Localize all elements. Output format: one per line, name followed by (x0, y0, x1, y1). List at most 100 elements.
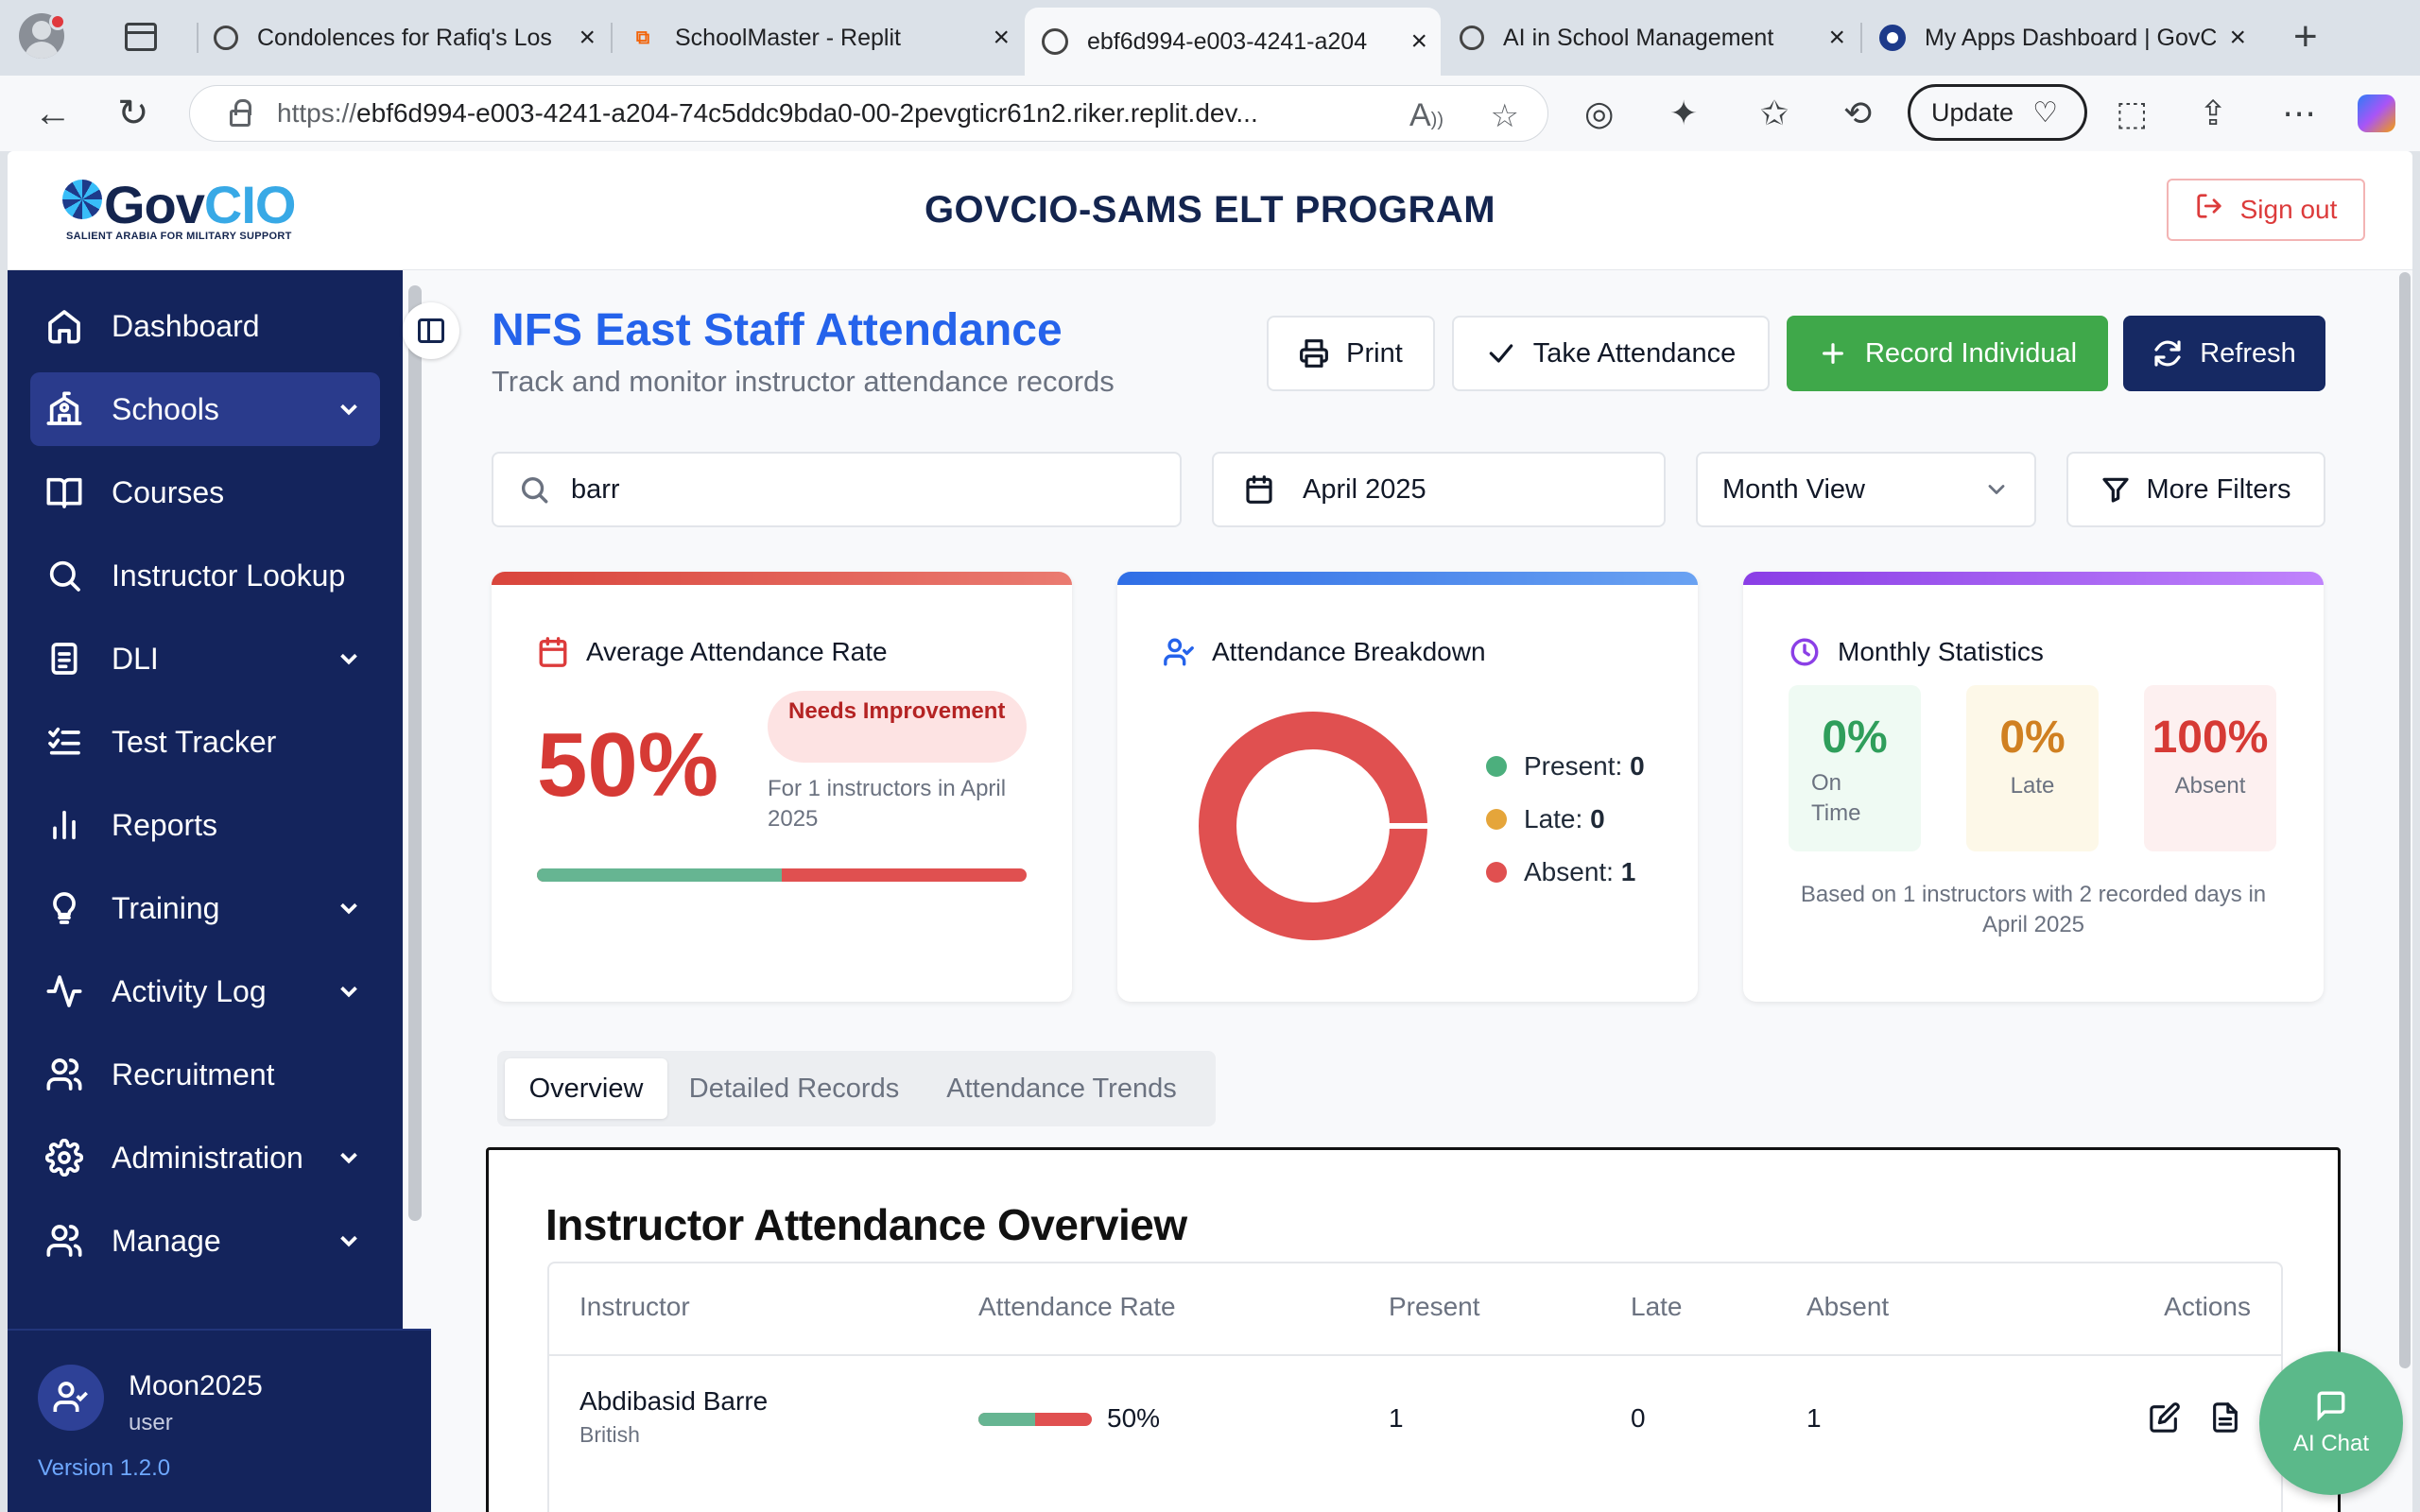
sidebar-scrollbar[interactable] (408, 285, 422, 1221)
notification-dot (49, 13, 66, 30)
print-button[interactable]: Print (1267, 316, 1435, 391)
view-select[interactable]: Month View (1696, 452, 2036, 527)
browser-tab[interactable]: Condolences for Rafiq's Los × (197, 8, 609, 68)
print-label: Print (1346, 337, 1403, 369)
average-attendance-card: Average Attendance Rate 50% Needs Improv… (492, 572, 1072, 1002)
grammarly-icon[interactable]: ◎ (1584, 94, 1614, 132)
browser-tab[interactable]: My Apps Dashboard | GovCI × (1862, 8, 2259, 68)
sidebar-item-dli[interactable]: DLI (30, 622, 380, 696)
month-picker[interactable]: April 2025 (1212, 452, 1666, 527)
browser-tab[interactable]: AI in School Management × (1443, 8, 1858, 68)
attendance-rate-fill (537, 868, 782, 882)
sidebar-item-label: Schools (112, 391, 219, 426)
sidebar-item-test-tracker[interactable]: Test Tracker (30, 705, 380, 779)
okta-icon (1879, 25, 1906, 51)
ai-chat-button[interactable]: AI Chat (2259, 1351, 2403, 1495)
sign-out-button[interactable]: Sign out (2167, 179, 2365, 241)
sidebar-item-courses[interactable]: Courses (30, 455, 380, 529)
search-input[interactable]: barr (492, 452, 1182, 527)
sidebar-item-manage[interactable]: Manage (30, 1204, 380, 1278)
card-accent-strip (1743, 572, 2324, 585)
logout-icon (2195, 192, 2223, 228)
calendar-icon (1244, 474, 1274, 505)
absent-value: 100% (2152, 713, 2269, 763)
refresh-label: Refresh (2200, 337, 2296, 369)
edit-icon[interactable] (2149, 1401, 2183, 1435)
legend-late: Late: 0 (1486, 793, 1645, 846)
overview-title: Instructor Attendance Overview (545, 1200, 1187, 1249)
share-icon[interactable]: ⇪ (2199, 94, 2227, 132)
copilot-icon[interactable] (2358, 94, 2395, 132)
close-tab-icon[interactable]: × (579, 22, 596, 54)
activity-icon (43, 971, 85, 1012)
tab-overview[interactable]: Overview (505, 1058, 667, 1119)
user-name: Moon2025 (129, 1370, 263, 1401)
view-value: Month View (1722, 473, 1865, 505)
tab-detailed-records[interactable]: Detailed Records (675, 1058, 913, 1119)
sidebar-item-administration[interactable]: Administration (30, 1121, 380, 1194)
user-avatar[interactable] (38, 1365, 104, 1431)
sidebar-item-label: Courses (112, 474, 225, 509)
update-button[interactable]: Update ♡ (1908, 84, 2087, 141)
close-tab-icon[interactable]: × (2229, 22, 2246, 54)
sidebar-item-training[interactable]: Training (30, 871, 380, 945)
sidebar-item-recruitment[interactable]: Recruitment (30, 1038, 380, 1111)
column-header-late: Late (1631, 1292, 1683, 1321)
refresh-button[interactable]: Refresh (2123, 316, 2325, 391)
on-time-value: 0% (1822, 713, 1888, 763)
new-tab-icon[interactable]: + (2293, 13, 2318, 60)
chevron-down-icon (335, 644, 363, 673)
close-tab-icon[interactable]: × (993, 22, 1010, 54)
extensions-icon[interactable]: ✦ (1669, 94, 1698, 132)
record-individual-button[interactable]: Record Individual (1787, 316, 2108, 391)
sidebar-item-reports[interactable]: Reports (30, 788, 380, 862)
browser-tab-active[interactable]: ebf6d994-e003-4241-a204 × (1025, 8, 1441, 76)
url-text: https://ebf6d994-e003-4241-a204-74c5ddc9… (277, 98, 1258, 128)
search-icon (518, 473, 550, 506)
browser-tab[interactable]: ⧉ SchoolMaster - Replit × (613, 8, 1023, 68)
sidebar-item-dashboard[interactable]: Dashboard (30, 289, 380, 363)
legend-absent: Absent: 1 (1486, 846, 1645, 899)
legend-label: Late: (1524, 804, 1583, 833)
url-field[interactable]: https://ebf6d994-e003-4241-a204-74c5ddc9… (189, 85, 1548, 142)
update-label: Update (1931, 97, 2014, 127)
take-attendance-button[interactable]: Take Attendance (1452, 316, 1770, 391)
column-header-absent: Absent (1806, 1292, 1890, 1321)
sidebar-item-instructor-lookup[interactable]: Instructor Lookup (30, 539, 380, 612)
read-aloud-icon[interactable]: A)) (1409, 97, 1443, 134)
card-accent-strip (492, 572, 1072, 585)
school-icon (43, 388, 85, 430)
reload-icon[interactable]: ↻ (117, 93, 149, 134)
absent-label: Absent (2174, 773, 2246, 799)
favorites-icon[interactable]: ✩ (1760, 94, 1789, 132)
list-check-icon (43, 721, 85, 763)
more-filters-button[interactable]: More Filters (2066, 452, 2325, 527)
card-accent-strip (1117, 572, 1698, 585)
view-tabs: Overview Detailed Records Attendance Tre… (497, 1051, 1216, 1126)
workspaces-icon[interactable] (125, 23, 157, 51)
chevron-down-icon (1983, 476, 2010, 503)
gear-icon (43, 1137, 85, 1178)
close-tab-icon[interactable]: × (1410, 26, 1427, 58)
page-subtitle: Track and monitor instructor attendance … (492, 365, 1115, 398)
favorite-star-icon[interactable]: ☆ (1491, 97, 1519, 135)
users-icon (43, 1054, 85, 1095)
document-icon[interactable] (2209, 1401, 2243, 1435)
late-stat: 0% Late (1966, 685, 2099, 851)
instructor-nationality: British (579, 1422, 640, 1447)
more-menu-icon[interactable]: ⋯ (2282, 94, 2316, 132)
sidebar-item-label: Instructor Lookup (112, 558, 346, 593)
close-tab-icon[interactable]: × (1828, 22, 1845, 54)
tab-attendance-trends[interactable]: Attendance Trends (917, 1058, 1206, 1119)
sidebar-item-schools[interactable]: Schools (30, 372, 380, 446)
card-title: Attendance Breakdown (1212, 637, 1486, 666)
clock-icon (1790, 638, 1819, 666)
history-icon[interactable]: ⟲ (1843, 94, 1872, 132)
back-icon[interactable]: ← (34, 93, 72, 134)
sidebar-toggle-button[interactable] (403, 302, 459, 359)
column-header-attendance-rate: Attendance Rate (978, 1292, 1176, 1321)
screenshot-icon[interactable]: ⬚ (2116, 94, 2148, 132)
plus-icon (1818, 338, 1848, 369)
page-scrollbar[interactable] (2399, 272, 2411, 1368)
sidebar-item-activity-log[interactable]: Activity Log (30, 954, 380, 1028)
